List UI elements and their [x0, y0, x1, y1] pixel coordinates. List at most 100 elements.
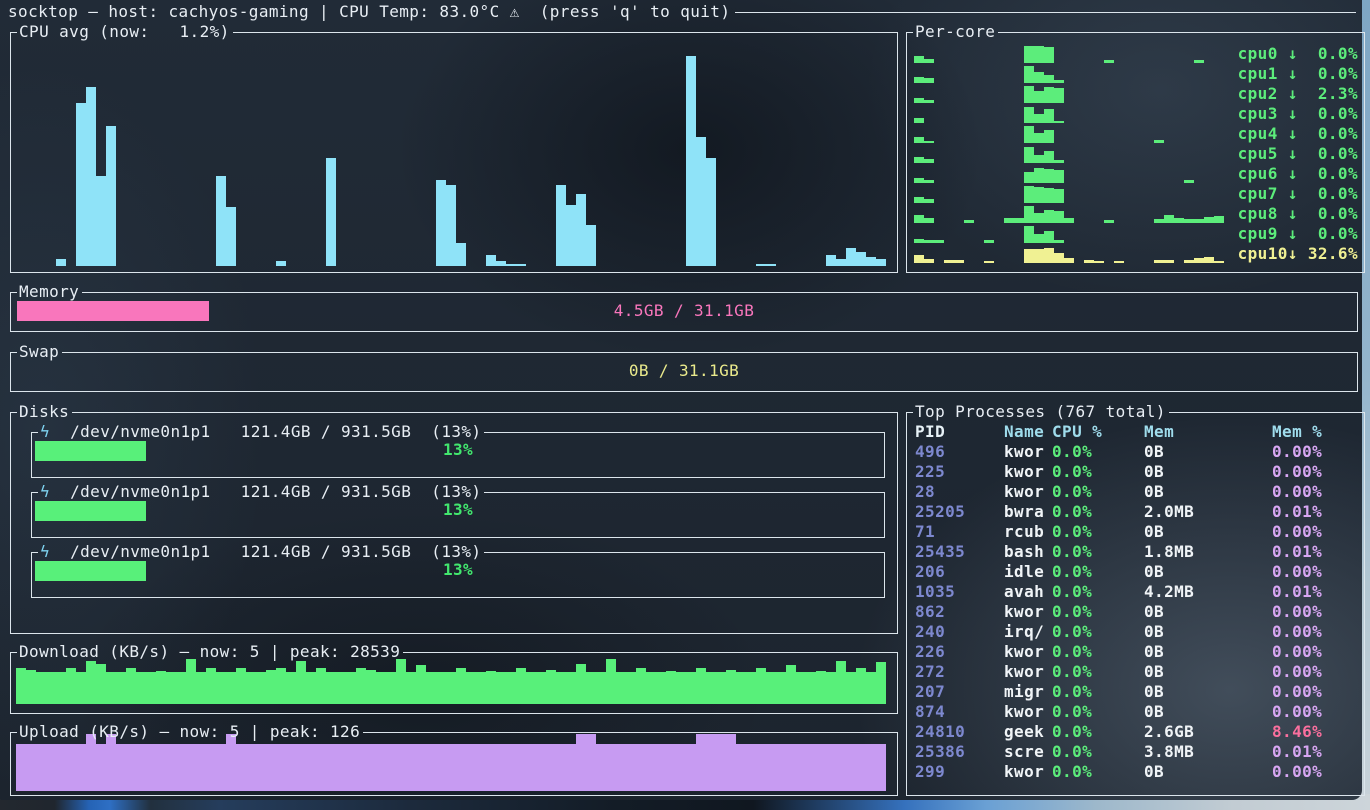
history-bar — [566, 205, 576, 266]
spark-bar — [1014, 218, 1024, 223]
process-name: idle — [1004, 562, 1052, 582]
cpu-avg-panel-title: CPU avg (now: 1.2%) — [11, 22, 897, 42]
spark-bar — [1064, 258, 1074, 263]
history-bar — [856, 252, 866, 266]
history-bar — [26, 744, 36, 791]
per-core-row-cpu7: cpu7 ↓ 0.0% — [914, 184, 1358, 204]
history-bar — [276, 744, 286, 791]
history-bar — [666, 671, 676, 704]
history-bar — [826, 672, 836, 704]
spark-bar — [1024, 107, 1034, 123]
history-bar — [296, 661, 306, 704]
history-bar — [836, 259, 846, 266]
history-bar — [106, 126, 116, 266]
core-sparkline — [914, 205, 1224, 223]
swap-usage-text: 0B / 31.1GB — [11, 361, 1357, 381]
spark-bar — [1174, 218, 1184, 223]
history-bar — [386, 672, 396, 704]
process-mem: 4.2MB — [1144, 582, 1272, 602]
spark-bar — [1024, 66, 1034, 83]
history-bar — [96, 744, 106, 791]
process-row: 24810geek0.0%2.6GB8.46% — [907, 722, 1364, 742]
process-row: 1035avah0.0%4.2MB0.01% — [907, 582, 1364, 602]
history-bar — [496, 672, 506, 704]
history-bar — [106, 672, 116, 704]
core-label: cpu10↓ 32.6% — [1238, 244, 1358, 264]
spark-bar — [1054, 189, 1064, 203]
history-bar — [326, 672, 336, 704]
history-bar — [56, 259, 66, 266]
border-segment — [363, 732, 897, 733]
processes-title-text: Top Processes (767 total) — [913, 402, 1169, 422]
process-row: 206idle0.0%0B0.00% — [907, 562, 1364, 582]
spark-bar — [1044, 47, 1054, 63]
spark-bar — [914, 98, 924, 103]
spark-bar — [1024, 249, 1034, 263]
border-segment — [62, 352, 1357, 353]
history-bar — [456, 243, 466, 266]
spark-bar — [1024, 86, 1034, 103]
history-bar — [806, 744, 816, 791]
core-sparkline — [914, 65, 1224, 83]
history-bar — [626, 672, 636, 704]
process-cpu: 0.0% — [1052, 442, 1144, 462]
spark-bar — [1054, 80, 1064, 83]
upload-history-chart — [16, 734, 892, 791]
history-bar — [126, 744, 136, 791]
history-bar — [496, 261, 506, 266]
process-mem-pct: 0.00% — [1272, 442, 1356, 462]
history-bar — [256, 672, 266, 704]
history-bar — [466, 672, 476, 704]
history-bar — [96, 176, 106, 266]
spark-bar — [1104, 60, 1114, 63]
process-mem: 0B — [1144, 482, 1272, 502]
process-cpu: 0.0% — [1052, 462, 1144, 482]
spark-bar — [1024, 46, 1034, 63]
history-bar — [136, 744, 146, 791]
process-row: 207migr0.0%0B0.00% — [907, 682, 1364, 702]
history-bar — [696, 668, 706, 704]
history-bar — [766, 264, 776, 266]
process-mem-pct: 0.00% — [1272, 662, 1356, 682]
processes-panel: Top Processes (767 total) PID Name CPU %… — [906, 412, 1365, 796]
process-mem: 0B — [1144, 562, 1272, 582]
per-core-row-cpu6: cpu6 ↓ 0.0% — [914, 164, 1358, 184]
history-bar — [656, 744, 666, 791]
swap-title-text: Swap — [17, 342, 62, 362]
history-bar — [346, 744, 356, 791]
spark-bar — [1034, 168, 1044, 183]
spark-bar — [924, 218, 934, 223]
history-bar — [546, 744, 556, 791]
spark-bar — [1044, 248, 1054, 263]
history-bar — [436, 672, 446, 704]
history-bar — [196, 672, 206, 704]
process-name: kwor — [1004, 702, 1052, 722]
history-bar — [396, 659, 406, 704]
spark-bar — [1044, 151, 1054, 163]
disk-usage-percent: 13% — [32, 560, 884, 580]
history-bar — [566, 672, 576, 704]
process-table-header: PID Name CPU % Mem Mem % — [907, 422, 1364, 442]
core-label: cpu7 ↓ 0.0% — [1238, 184, 1358, 204]
spark-bar — [1044, 210, 1054, 223]
history-bar — [716, 734, 726, 791]
process-mem: 0B — [1144, 522, 1272, 542]
per-core-row-cpu4: cpu4 ↓ 0.0% — [914, 124, 1358, 144]
history-bar — [326, 158, 336, 266]
history-bar — [706, 734, 716, 791]
spark-bar — [914, 239, 924, 243]
process-cpu: 0.0% — [1052, 602, 1144, 622]
terminal-window: socktop — host: cachyos-gaming | CPU Tem… — [0, 0, 1362, 800]
per-core-rows: cpu0 ↓ 0.0%cpu1 ↓ 0.0%cpu2 ↓ 2.3%cpu3 ↓ … — [914, 44, 1358, 264]
core-sparkline — [914, 45, 1224, 63]
download-title-text: Download (KB/s) — now: 5 | peak: 28539 — [17, 642, 403, 662]
history-bar — [226, 672, 236, 704]
process-mem-pct: 0.01% — [1272, 582, 1356, 602]
history-bar — [186, 659, 196, 704]
process-name: kwor — [1004, 482, 1052, 502]
history-bar — [126, 668, 136, 704]
col-header-cpu: CPU % — [1052, 422, 1144, 442]
spark-bar — [914, 178, 924, 183]
spark-bar — [1044, 87, 1054, 103]
spark-bar — [924, 259, 934, 264]
